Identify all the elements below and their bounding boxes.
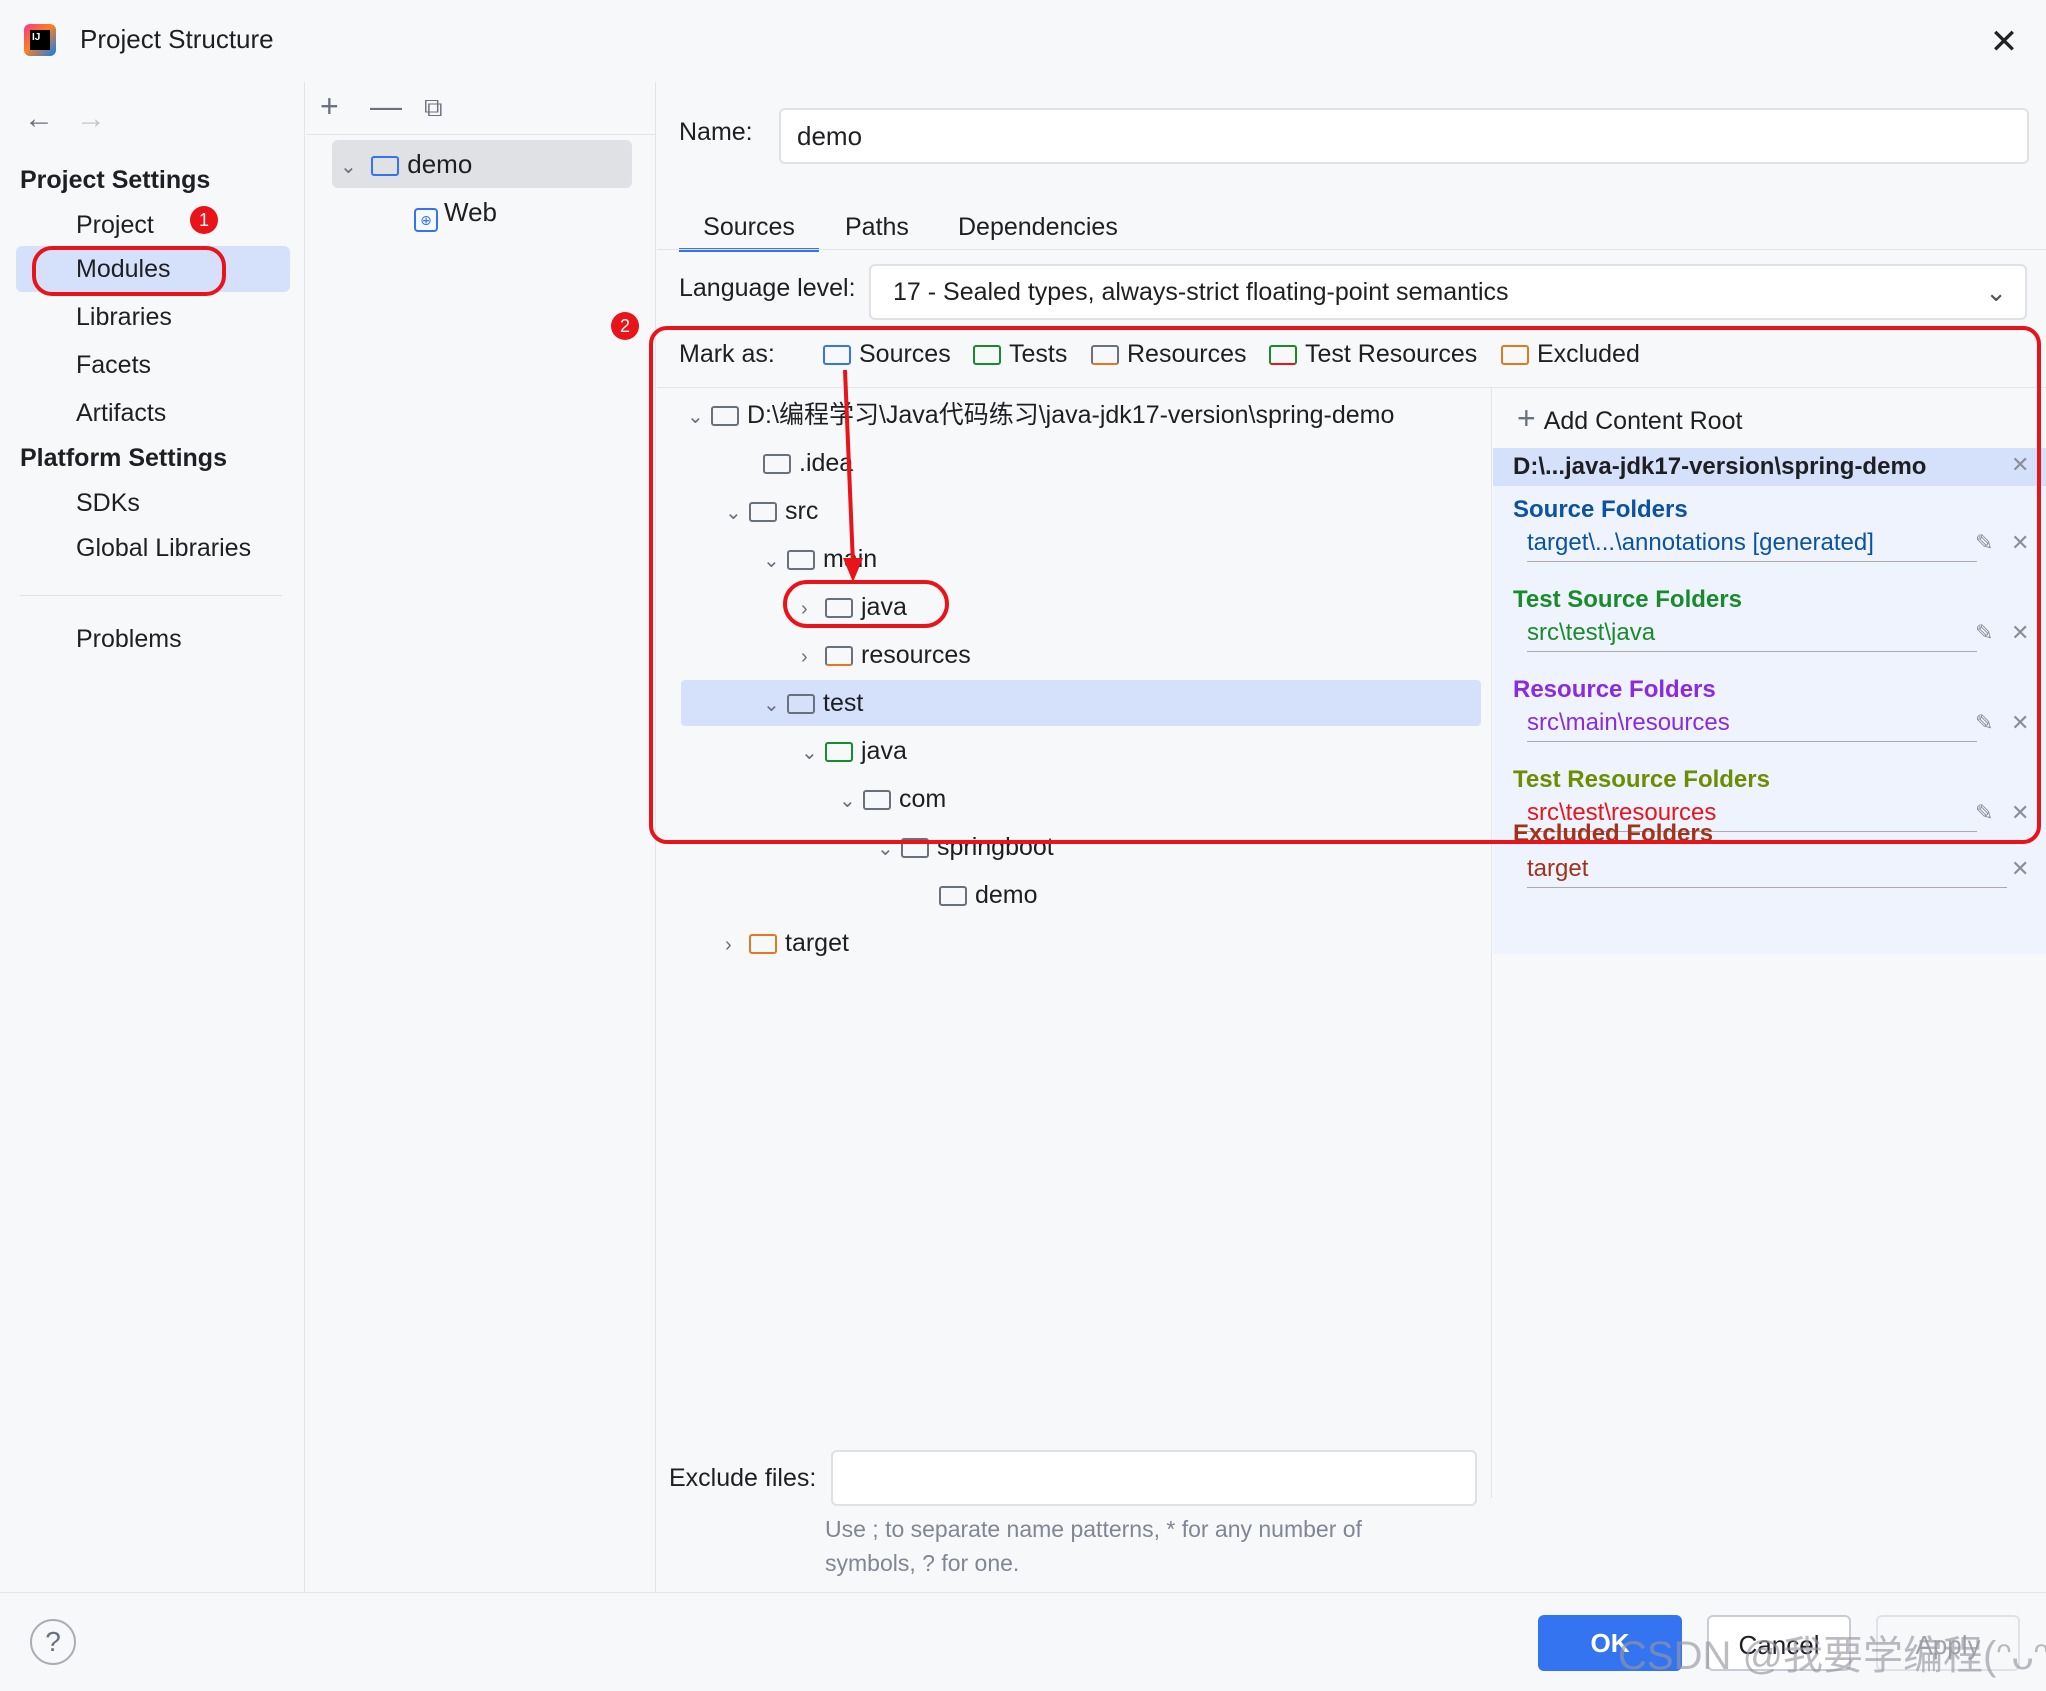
excluded-section: Excluded Folders target ✕: [1493, 820, 2046, 954]
add-icon[interactable]: +: [320, 88, 339, 125]
sidebar-item-label: Facets: [76, 351, 152, 379]
tab-paths[interactable]: Paths: [845, 202, 909, 252]
sidebar-item-label: Problems: [76, 625, 182, 653]
tree-node-demo[interactable]: demo: [939, 872, 1038, 918]
sidebar-item-label: Libraries: [76, 303, 172, 331]
tree-node-label: demo: [975, 881, 1038, 909]
sidebar-item-facets[interactable]: Facets: [16, 342, 290, 388]
exclude-files-label: Exclude files:: [669, 1464, 817, 1492]
tree-node-label: target: [785, 929, 849, 957]
title-bar: IJ Project Structure ✕: [0, 0, 2046, 82]
web-facet-icon: ⊕: [414, 208, 438, 232]
tree-node-target[interactable]: › target: [725, 920, 849, 966]
modules-panel: + — ⧉ ⌄ demo ⊕ Web: [306, 82, 656, 1592]
sidebar-item-label: Project: [76, 211, 154, 239]
tab-dependencies[interactable]: Dependencies: [958, 202, 1118, 252]
sidebar-item-label: Artifacts: [76, 399, 167, 427]
sidebar-item-sdks[interactable]: SDKs: [16, 480, 290, 526]
module-name-field[interactable]: demo: [779, 108, 2029, 164]
watermark-text: CSDN @我要学编程(ᵔᴗᵔ): [1618, 1634, 2046, 1678]
module-tree-item-demo[interactable]: ⌄ demo: [332, 140, 632, 188]
remove-icon[interactable]: ✕: [2011, 856, 2029, 882]
sidebar-item-artifacts[interactable]: Artifacts: [16, 390, 290, 436]
exclude-hint-line1: Use ; to separate name patterns, * for a…: [825, 1516, 1362, 1542]
copy-icon[interactable]: ⧉: [424, 92, 443, 124]
module-detail-pane: Name: demo Sources Paths Dependencies La…: [611, 82, 2046, 1592]
sidebar-item-project[interactable]: Project: [16, 202, 290, 248]
sidebar-item-label: SDKs: [76, 489, 140, 517]
back-arrow-icon[interactable]: ←: [24, 102, 54, 136]
language-level-select[interactable]: 17 - Sealed types, always-strict floatin…: [869, 264, 2027, 320]
sidebar-item-problems[interactable]: Problems: [16, 616, 290, 662]
dialog-button-bar: ? OK Cancel Apply CSDN @我要学编程(ᵔᴗᵔ): [0, 1592, 2046, 1691]
package-icon: [939, 886, 967, 906]
sidebar-item-libraries[interactable]: Libraries: [16, 294, 290, 340]
intellij-logo-icon: IJ: [24, 24, 56, 56]
language-level-value: 17 - Sealed types, always-strict floatin…: [893, 278, 1509, 306]
close-icon[interactable]: ✕: [1984, 22, 2024, 62]
excluded-folder-path: target: [1527, 854, 2007, 888]
toolbar-divider: [306, 134, 656, 135]
project-settings-title: Project Settings: [20, 166, 211, 194]
window-title: Project Structure: [80, 24, 274, 54]
name-label: Name:: [679, 118, 753, 146]
tab-sources[interactable]: Sources: [679, 202, 819, 252]
project-structure-dialog: IJ Project Structure ✕ ← → Project Setti…: [0, 0, 2046, 1691]
module-tree-item-web[interactable]: ⊕ Web: [414, 188, 497, 236]
exclude-files-field[interactable]: [831, 1450, 1477, 1506]
module-name: demo: [407, 149, 473, 179]
sidebar-item-global-libraries[interactable]: Global Libraries: [16, 525, 290, 571]
sidebar-divider: [20, 595, 282, 596]
chevron-down-icon: ⌄: [1985, 277, 2007, 307]
tabs-divider: [657, 249, 2046, 250]
help-icon[interactable]: ?: [30, 1619, 76, 1665]
settings-sidebar: ← → Project Settings Project 1 Modules L…: [0, 82, 305, 1592]
sidebar-item-label: Global Libraries: [76, 534, 252, 562]
annotation-badge-1: 1: [190, 206, 218, 234]
chevron-right-icon[interactable]: ›: [725, 922, 749, 968]
forward-arrow-icon[interactable]: →: [76, 102, 106, 136]
facet-name: Web: [444, 197, 497, 227]
platform-settings-title: Platform Settings: [20, 444, 227, 472]
excluded-folder-icon: [749, 934, 777, 954]
chevron-down-icon[interactable]: ⌄: [340, 143, 364, 191]
annotation-circle-modules: [32, 246, 226, 296]
language-level-label: Language level:: [679, 274, 856, 302]
annotation-badge-2: 2: [611, 312, 639, 340]
exclude-hint-line2: symbols, ? for one.: [825, 1550, 1020, 1576]
remove-icon[interactable]: —: [370, 88, 402, 125]
annotation-box-content-roots: [649, 326, 2041, 844]
module-folder-icon: [371, 156, 400, 176]
